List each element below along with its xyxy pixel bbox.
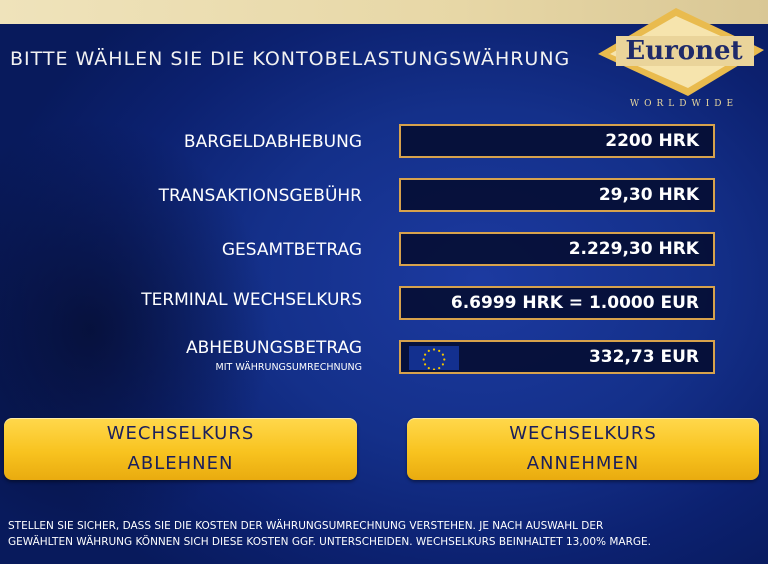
accept-button-line2: ANNEHMEN	[526, 453, 640, 474]
accept-rate-button[interactable]: WECHSELKURS ANNEHMEN	[407, 418, 759, 480]
page-title: BITTE WÄHLEN SIE DIE KONTOBELASTUNGSWÄHR…	[10, 48, 571, 70]
transaction-fee-value: 29,30 HRK	[399, 178, 715, 212]
accept-button-line1: WECHSELKURS	[509, 423, 657, 444]
converted-amount-label: ABHEBUNGSBETRAG	[185, 338, 362, 358]
converted-amount-field: 332,73 EUR	[399, 340, 715, 374]
brand-name: Euronet	[625, 36, 742, 66]
atm-screen: BITTE WÄHLEN SIE DIE KONTOBELASTUNGSWÄHR…	[0, 0, 768, 564]
total-amount-label: GESAMTBETRAG	[221, 240, 362, 260]
euronet-logo: Euronet WORLDWIDE	[596, 4, 766, 109]
decline-button-line1: WECHSELKURS	[106, 423, 255, 444]
cash-withdrawal-label: BARGELDABHEBUNG	[183, 132, 362, 152]
disclaimer-line2: GEWÄHLTEN WÄHRUNG KÖNNEN SICH DIESE KOST…	[8, 536, 651, 548]
disclaimer-line1: STELLEN SIE SICHER, DASS SIE DIE KOSTEN …	[8, 520, 604, 532]
cash-withdrawal-value: 2200 HRK	[399, 124, 715, 158]
eu-flag-icon	[409, 346, 459, 371]
converted-amount-sublabel: MIT WÄHRUNGSUMRECHNUNG	[215, 362, 362, 373]
transaction-fee-label: TRANSAKTIONSGEBÜHR	[158, 186, 362, 206]
brand-tagline: WORLDWIDE	[630, 99, 738, 108]
converted-amount-value: 332,73 EUR	[588, 347, 699, 367]
disclaimer-text: STELLEN SIE SICHER, DASS SIE DIE KOSTEN …	[8, 518, 763, 550]
decline-button-line2: ABLEHNEN	[127, 453, 234, 474]
exchange-rate-value: 6.6999 HRK = 1.0000 EUR	[399, 286, 715, 320]
exchange-rate-label: TERMINAL WECHSELKURS	[141, 290, 362, 310]
decline-rate-button[interactable]: WECHSELKURS ABLEHNEN	[4, 418, 357, 480]
total-amount-value: 2.229,30 HRK	[399, 232, 715, 266]
